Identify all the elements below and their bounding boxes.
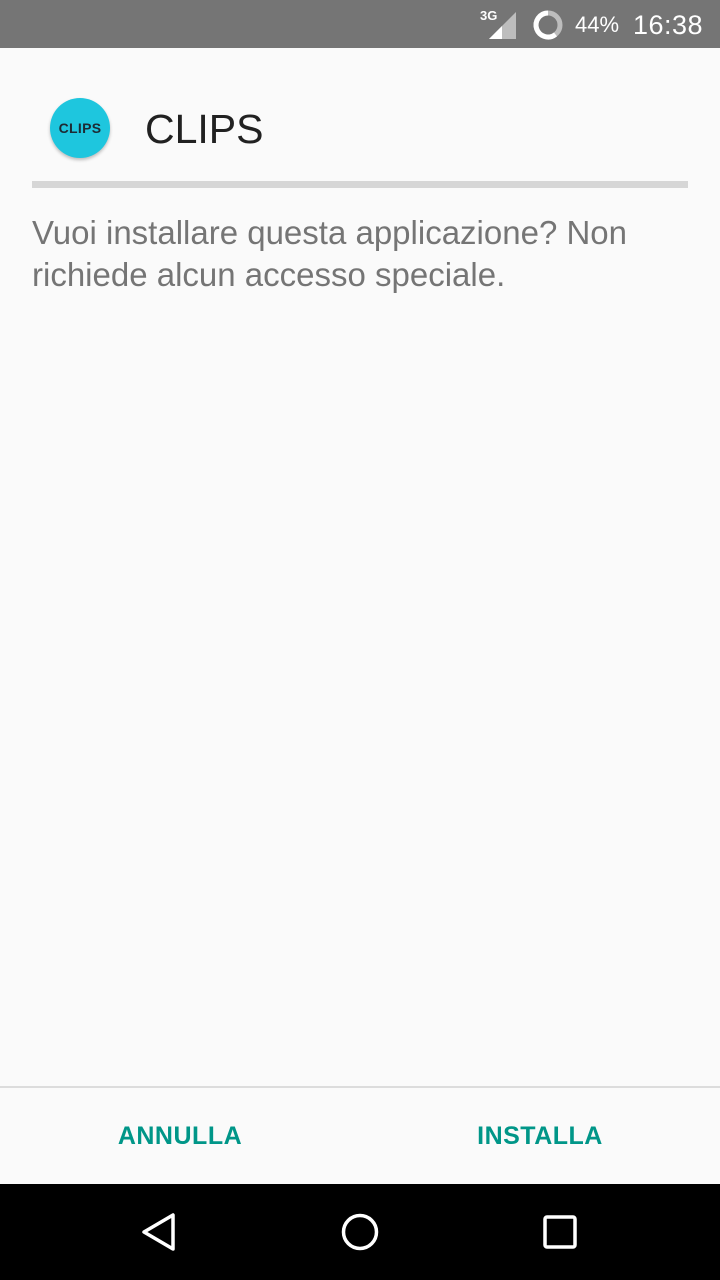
app-header: CLIPS CLIPS — [0, 48, 720, 188]
signal-icon — [489, 12, 516, 39]
header-divider — [32, 181, 688, 188]
back-icon — [142, 1213, 175, 1251]
battery-percentage: 44% — [575, 12, 620, 37]
back-button[interactable] — [130, 1202, 190, 1262]
home-icon — [341, 1213, 379, 1251]
install-message: Vuoi installare questa applicazione? Non… — [32, 214, 627, 293]
home-button[interactable] — [330, 1202, 390, 1262]
navigation-bar — [0, 1184, 720, 1280]
cancel-button[interactable]: ANNULLA — [0, 1088, 360, 1184]
app-name: CLIPS — [145, 106, 264, 152]
status-clock: 16:38 — [633, 10, 704, 40]
recents-icon — [543, 1215, 577, 1249]
status-bar: 3G 44% 16:38 — [0, 0, 720, 48]
recents-button[interactable] — [530, 1202, 590, 1262]
battery-icon — [533, 10, 563, 40]
install-button[interactable]: INSTALLA — [360, 1088, 720, 1184]
app-icon: CLIPS — [50, 98, 110, 158]
app-icon-label: CLIPS — [58, 120, 102, 136]
